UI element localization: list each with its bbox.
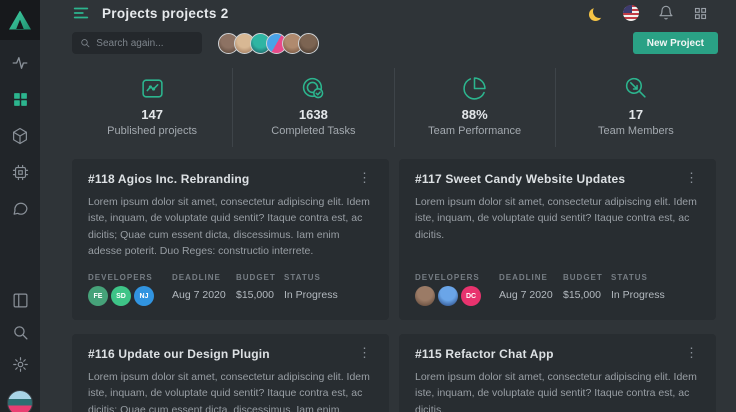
developer-avatars: FESDNJ (88, 286, 172, 306)
column-header: DEADLINE (499, 273, 563, 282)
kebab-menu-icon[interactable]: ⋮ (683, 347, 700, 359)
menu-icon[interactable] (72, 4, 90, 22)
search-icon (80, 37, 90, 49)
kebab-menu-icon[interactable]: ⋮ (356, 172, 373, 184)
avatar (438, 286, 458, 306)
project-card[interactable]: #117 Sweet Candy Website Updates ⋮ Lorem… (399, 159, 716, 320)
column-header: DEVELOPERS (88, 273, 172, 282)
dashboard-grid-icon[interactable] (12, 91, 29, 108)
pie-chart-icon (395, 76, 555, 102)
project-card[interactable]: #115 Refactor Chat App ⋮ Lorem ipsum dol… (399, 334, 716, 412)
main-area: Projects projects 2 New Project 147 Publ… (40, 0, 736, 412)
chat-icon[interactable] (12, 200, 29, 217)
stat-label: Published projects (72, 125, 232, 137)
project-title: #117 Sweet Candy Website Updates (415, 172, 625, 186)
search-input[interactable] (96, 38, 194, 49)
budget-value: $15,000 (563, 289, 611, 301)
stats-row: 147 Published projects 1638 Completed Ta… (72, 68, 716, 147)
avatar: DC (461, 286, 481, 306)
project-description: Lorem ipsum dolor sit amet, consectetur … (88, 194, 373, 259)
status-value: In Progress (284, 289, 373, 301)
stat-label: Team Performance (395, 125, 555, 137)
stat-label: Completed Tasks (233, 125, 393, 137)
stat-team-members: 17 Team Members (555, 68, 716, 147)
stat-team-performance: 88% Team Performance (394, 68, 555, 147)
kebab-menu-icon[interactable]: ⋮ (356, 347, 373, 359)
deadline-value: Aug 7 2020 (172, 289, 236, 301)
triangle-logo-icon (9, 11, 31, 30)
new-project-button[interactable]: New Project (633, 32, 718, 54)
status-value: In Progress (611, 289, 700, 301)
project-title: #118 Agios Inc. Rebranding (88, 172, 249, 186)
stat-published-projects: 147 Published projects (72, 68, 232, 147)
column-header: DEVELOPERS (415, 273, 499, 282)
project-card[interactable]: #116 Update our Design Plugin ⋮ Lorem ip… (72, 334, 389, 412)
budget-value: $15,000 (236, 289, 284, 301)
column-header: BUDGET (563, 273, 611, 282)
stat-value: 147 (72, 107, 232, 122)
target-check-icon (233, 76, 393, 102)
search-arrow-icon (556, 76, 716, 102)
project-description: Lorem ipsum dolor sit amet, consectetur … (415, 194, 700, 243)
sidebar (0, 0, 40, 412)
bell-icon[interactable] (658, 5, 674, 21)
cpu-icon[interactable] (12, 164, 29, 181)
project-card[interactable]: #118 Agios Inc. Rebranding ⋮ Lorem ipsum… (72, 159, 389, 320)
stat-value: 88% (395, 107, 555, 122)
topbar: Projects projects 2 (40, 0, 736, 22)
column-header: STATUS (611, 273, 700, 282)
search-box[interactable] (72, 32, 202, 54)
stat-label: Team Members (556, 125, 716, 137)
stat-completed-tasks: 1638 Completed Tasks (232, 68, 393, 147)
developer-avatars: DC (415, 286, 499, 306)
column-header: BUDGET (236, 273, 284, 282)
chart-square-icon (72, 76, 232, 102)
toolbar: New Project (40, 22, 736, 54)
column-header: STATUS (284, 273, 373, 282)
deadline-value: Aug 7 2020 (499, 289, 563, 301)
page-title: Projects projects 2 (102, 6, 229, 21)
avatar: SD (111, 286, 131, 306)
stat-value: 17 (556, 107, 716, 122)
team-avatars (218, 33, 319, 54)
package-icon[interactable] (11, 127, 29, 145)
user-profile-avatar[interactable] (7, 390, 33, 412)
activity-icon[interactable] (11, 54, 29, 72)
kebab-menu-icon[interactable]: ⋮ (683, 172, 700, 184)
stat-value: 1638 (233, 107, 393, 122)
project-meta: DEVELOPERS DC DEADLINE Aug 7 2020 BUDGET… (415, 259, 700, 306)
avatar (415, 286, 435, 306)
layout-icon[interactable] (12, 292, 29, 309)
sidebar-nav-top (11, 54, 29, 217)
settings-gear-icon[interactable] (12, 356, 29, 373)
avatar: FE (88, 286, 108, 306)
moon-icon[interactable] (593, 5, 606, 18)
search-icon[interactable] (12, 324, 29, 341)
project-meta: DEVELOPERS FESDNJ DEADLINE Aug 7 2020 BU… (88, 259, 373, 306)
us-flag-icon[interactable] (623, 5, 639, 21)
sidebar-nav-bottom (7, 292, 33, 412)
apps-grid-icon[interactable] (693, 6, 708, 21)
avatar: NJ (134, 286, 154, 306)
project-cards: #118 Agios Inc. Rebranding ⋮ Lorem ipsum… (72, 159, 716, 412)
column-header: DEADLINE (172, 273, 236, 282)
app-logo[interactable] (0, 0, 40, 40)
project-title: #116 Update our Design Plugin (88, 347, 270, 361)
project-description: Lorem ipsum dolor sit amet, consectetur … (88, 369, 373, 412)
project-description: Lorem ipsum dolor sit amet, consectetur … (415, 369, 700, 412)
avatar[interactable] (298, 33, 319, 54)
topbar-actions (591, 5, 708, 21)
project-title: #115 Refactor Chat App (415, 347, 554, 361)
